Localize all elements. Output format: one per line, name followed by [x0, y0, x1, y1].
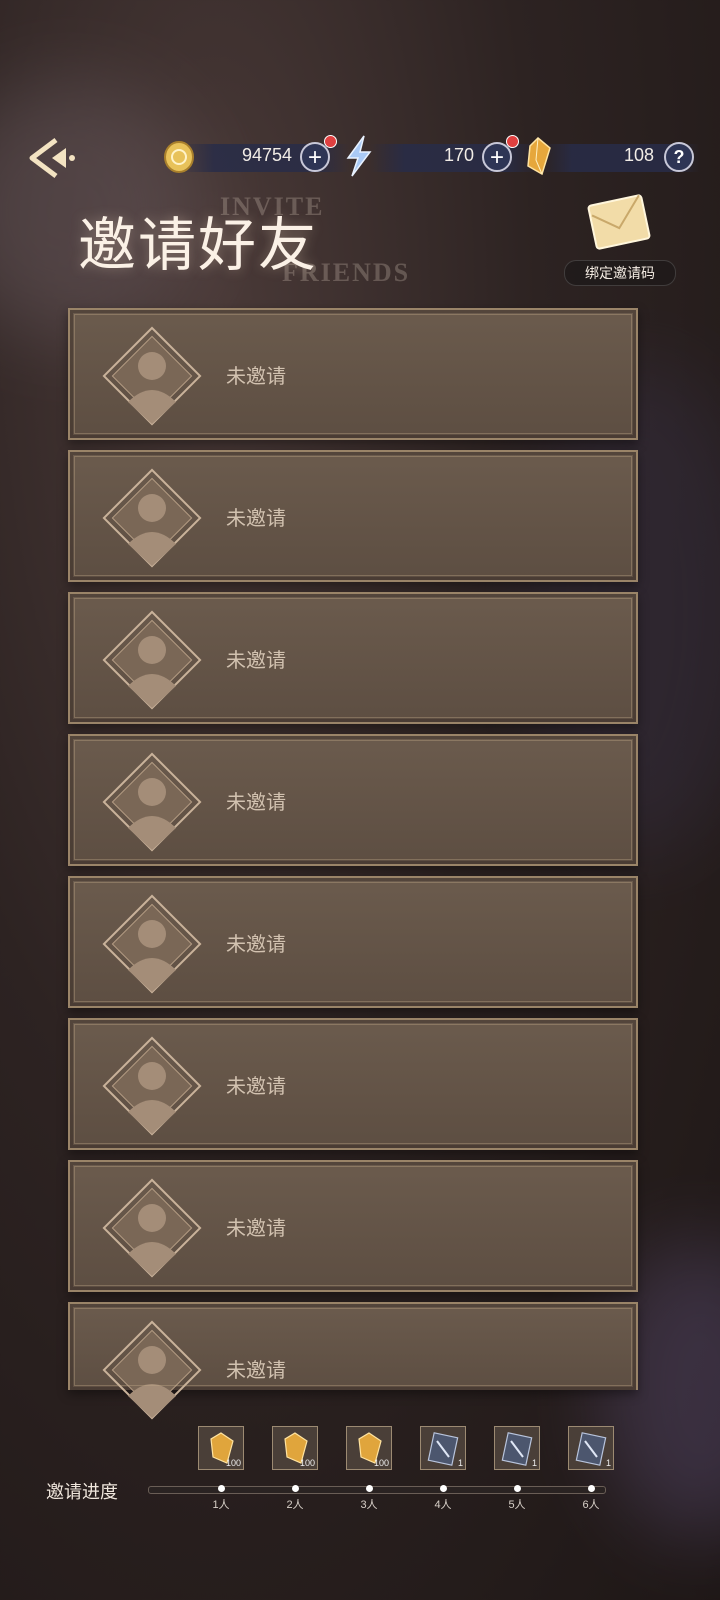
progress-dot-6	[588, 1485, 595, 1492]
slot-status-text: 未邀请	[226, 792, 286, 814]
milestone-label: 4人	[434, 1499, 452, 1511]
empty-avatar-icon	[102, 894, 202, 994]
friend-slot-8[interactable]: 未邀请	[68, 1302, 638, 1420]
slot-status-text: 未邀请	[226, 1218, 286, 1240]
empty-avatar-icon	[102, 468, 202, 568]
milestone-label: 6人	[582, 1499, 600, 1511]
lightning-icon	[346, 135, 372, 177]
slot-status-text: 未邀请	[226, 1360, 286, 1382]
slot-status-text: 未邀请	[226, 650, 286, 672]
milestone-label: 1人	[212, 1499, 230, 1511]
title-chinese: 邀请好友	[78, 211, 319, 279]
friend-slot-4[interactable]: 未邀请	[68, 734, 638, 866]
progress-dot-3	[366, 1485, 373, 1492]
energy-value: 170	[443, 145, 474, 165]
slot-status-text: 未邀请	[226, 366, 286, 388]
bind-invite-code-label: 绑定邀请码	[564, 260, 676, 286]
gold-coin-icon	[164, 141, 194, 173]
empty-avatar-icon	[102, 1320, 202, 1420]
back-button[interactable]	[26, 134, 78, 182]
reward-6[interactable]: 1	[568, 1426, 614, 1470]
gold-value: 94754	[241, 145, 292, 165]
friend-slot-7[interactable]: 未邀请	[68, 1160, 638, 1292]
invite-progress-bar	[148, 1486, 606, 1494]
energy-notification-dot	[506, 135, 519, 148]
milestone-label: 5人	[508, 1499, 526, 1511]
reward-count: 1	[457, 1458, 463, 1468]
friend-slot-1[interactable]: 未邀请	[68, 308, 638, 440]
crystal-value: 108	[623, 145, 654, 165]
empty-avatar-icon	[102, 610, 202, 710]
reward-count: 100	[299, 1458, 315, 1468]
reward-count: 1	[531, 1458, 537, 1468]
invite-progress-label: 邀请进度	[46, 1482, 118, 1502]
reward-5[interactable]: 1	[494, 1426, 540, 1470]
progress-dot-2	[292, 1485, 299, 1492]
friend-slot-5[interactable]: 未邀请	[68, 876, 638, 1008]
help-button[interactable]: ?	[664, 142, 694, 172]
reward-1[interactable]: 100	[198, 1426, 244, 1470]
slot-status-text: 未邀请	[226, 508, 286, 530]
reward-3[interactable]: 100	[346, 1426, 392, 1470]
reward-count: 100	[373, 1458, 389, 1468]
friend-slot-2[interactable]: 未邀请	[68, 450, 638, 582]
friend-slot-3[interactable]: 未邀请	[68, 592, 638, 724]
reward-4[interactable]: 1	[420, 1426, 466, 1470]
progress-dot-5	[514, 1485, 521, 1492]
reward-count: 1	[605, 1458, 611, 1468]
reward-count: 100	[225, 1458, 241, 1468]
gold-notification-dot	[324, 135, 337, 148]
empty-avatar-icon	[102, 1036, 202, 1136]
reward-2[interactable]: 100	[272, 1426, 318, 1470]
bind-invite-code-button[interactable]: 绑定邀请码	[564, 186, 676, 286]
slot-status-text: 未邀请	[226, 1076, 286, 1098]
back-arrow-icon	[29, 138, 75, 178]
friend-slot-6[interactable]: 未邀请	[68, 1018, 638, 1150]
progress-dot-1	[218, 1485, 225, 1492]
empty-avatar-icon	[102, 1178, 202, 1278]
progress-dot-4	[440, 1485, 447, 1492]
milestone-label: 3人	[360, 1499, 378, 1511]
milestone-label: 2人	[286, 1499, 304, 1511]
envelope-icon	[587, 194, 651, 250]
empty-avatar-icon	[102, 752, 202, 852]
page-title: INVITE FRIENDS 邀请好友	[70, 188, 470, 288]
empty-avatar-icon	[102, 326, 202, 426]
crystal-icon	[527, 136, 551, 176]
slot-status-text: 未邀请	[226, 934, 286, 956]
